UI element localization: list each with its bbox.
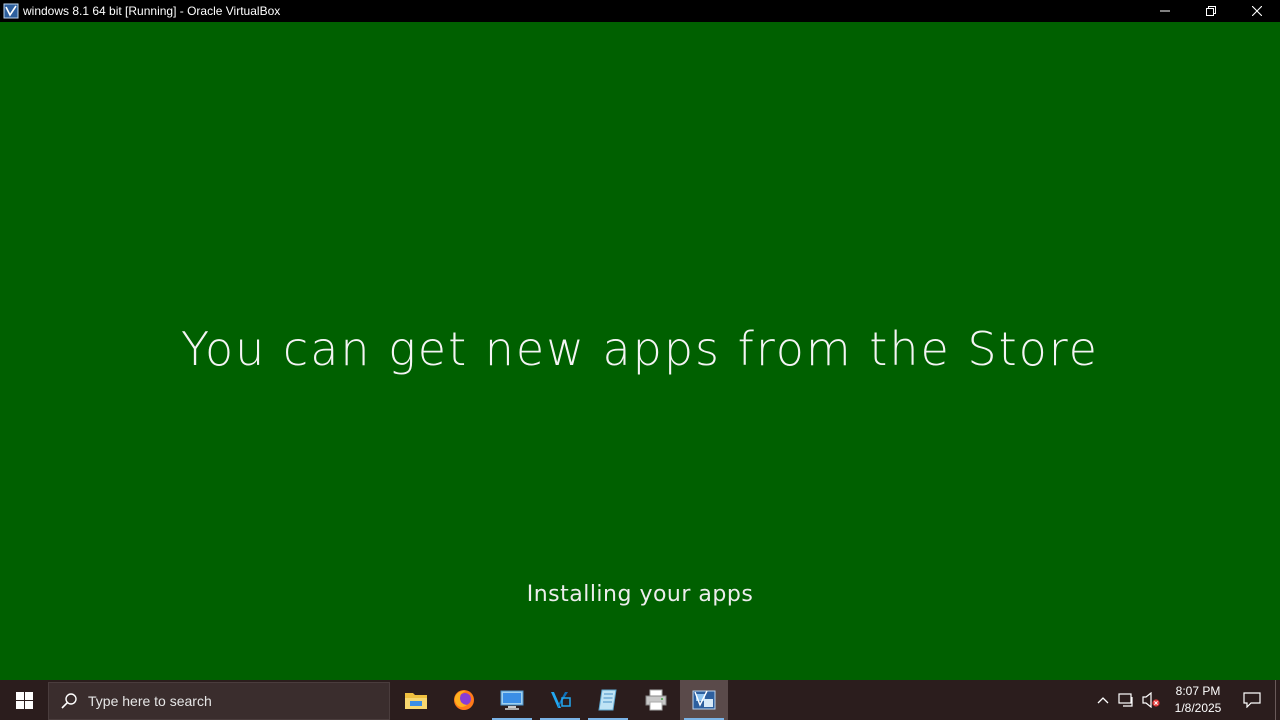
action-center-button[interactable] <box>1229 680 1275 720</box>
restore-button[interactable] <box>1188 0 1234 22</box>
clock-time: 8:07 PM <box>1175 684 1221 698</box>
network-button[interactable] <box>1115 680 1139 720</box>
system-tray: 8:07 PM 1/8/2025 <box>1091 680 1280 720</box>
chevron-up-icon <box>1097 697 1109 704</box>
restore-icon <box>1206 6 1216 16</box>
remote-desktop-icon <box>500 690 524 710</box>
taskbar-notepad[interactable] <box>584 680 632 720</box>
notepad-icon <box>598 689 617 711</box>
window-titlebar: windows 8.1 64 bit [Running] - Oracle Vi… <box>0 0 1280 22</box>
search-placeholder: Type here to search <box>88 692 212 709</box>
window-controls <box>1142 0 1280 22</box>
visual-studio-code-icon <box>551 692 571 708</box>
window-title: windows 8.1 64 bit [Running] - Oracle Vi… <box>23 4 281 18</box>
setup-status: Installing your apps <box>526 582 754 607</box>
minimize-button[interactable] <box>1142 0 1188 22</box>
printer-icon <box>645 689 667 711</box>
taskbar-apps <box>392 680 728 720</box>
taskbar-clock[interactable]: 8:07 PM 1/8/2025 <box>1167 683 1229 717</box>
close-button[interactable] <box>1234 0 1280 22</box>
notification-icon <box>1243 692 1261 708</box>
virtualbox-icon[interactable] <box>3 3 19 19</box>
taskbar-remote-desktop[interactable] <box>488 680 536 720</box>
search-icon <box>59 691 79 711</box>
taskbar-vscode[interactable] <box>536 680 584 720</box>
virtualbox-icon <box>692 690 716 710</box>
file-explorer-icon <box>405 693 427 709</box>
start-button[interactable] <box>0 680 48 720</box>
taskbar: Type here to search 8:07 PM 1/8/2025 <box>0 680 1280 720</box>
volume-button[interactable] <box>1139 680 1163 720</box>
taskbar-firefox[interactable] <box>440 680 488 720</box>
show-desktop-button[interactable] <box>1275 680 1280 720</box>
vm-guest-screen[interactable]: You can get new apps from the Store Inst… <box>0 22 1280 680</box>
taskbar-search-box[interactable]: Type here to search <box>48 681 390 720</box>
clock-date: 1/8/2025 <box>1174 701 1222 715</box>
windows-logo-icon <box>15 691 33 709</box>
minimize-icon <box>1160 10 1170 12</box>
firefox-icon <box>454 690 474 710</box>
taskbar-virtualbox[interactable] <box>680 680 728 720</box>
setup-headline: You can get new apps from the Store <box>181 322 1099 376</box>
close-icon <box>1252 6 1262 16</box>
volume-muted-icon <box>1142 692 1160 708</box>
show-hidden-icons-button[interactable] <box>1091 680 1115 720</box>
network-icon <box>1118 693 1133 707</box>
taskbar-file-explorer[interactable] <box>392 680 440 720</box>
taskbar-printer[interactable] <box>632 680 680 720</box>
